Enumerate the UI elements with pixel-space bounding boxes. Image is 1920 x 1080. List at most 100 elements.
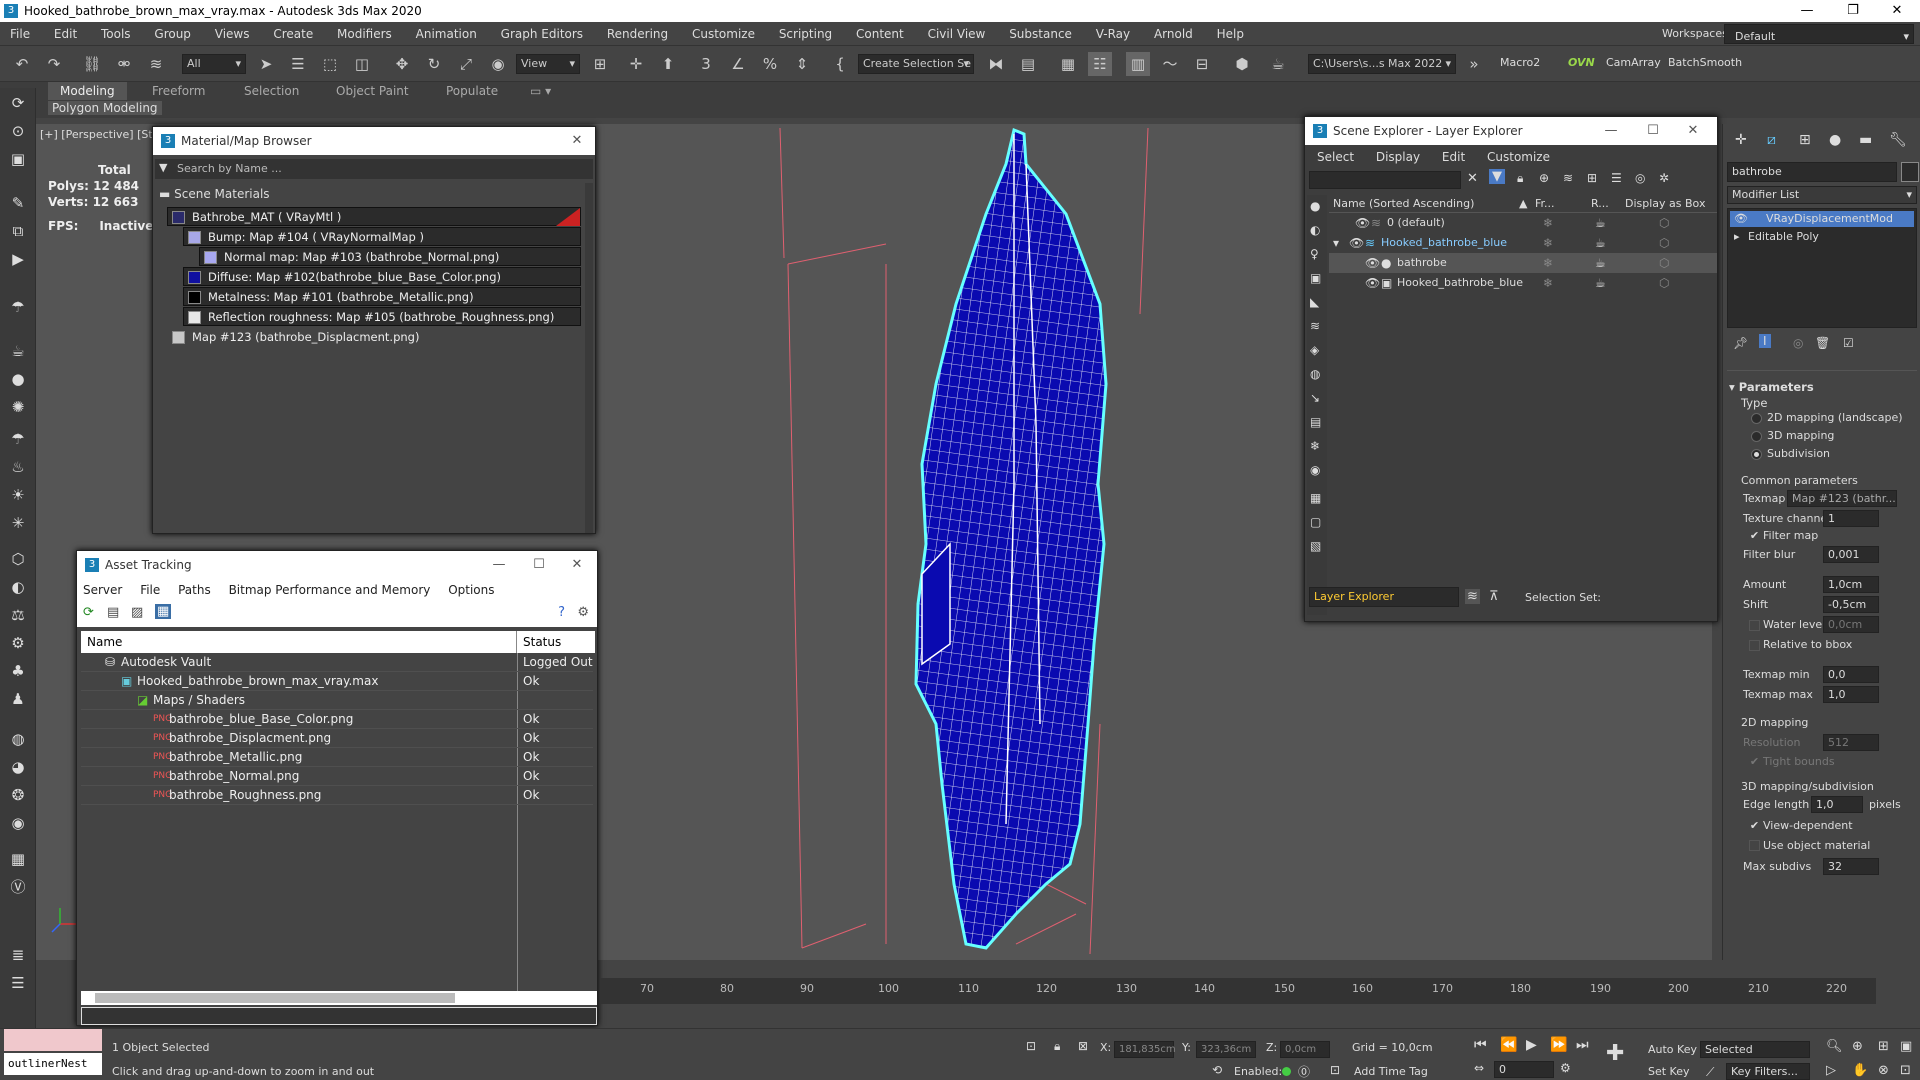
- view-dependent-checkbox[interactable]: ✔: [1749, 820, 1760, 831]
- column-name[interactable]: Name: [81, 631, 517, 653]
- select-object-icon[interactable]: ➤: [254, 52, 278, 76]
- tab-object-paint[interactable]: Object Paint: [324, 82, 421, 100]
- max-subdivs-spinner[interactable]: 32: [1823, 858, 1879, 875]
- filter-map-checkbox[interactable]: ✔: [1749, 530, 1760, 541]
- shader-icon[interactable]: ◕: [6, 756, 30, 778]
- object-name-field[interactable]: bathrobe: [1727, 162, 1897, 182]
- freeze-icon[interactable]: ❄: [1543, 213, 1553, 233]
- layer-row[interactable]: 👁︎ ≋ 0 (default) ❄ ☕ ⬡: [1329, 213, 1717, 233]
- scale-icon[interactable]: ⤢: [454, 52, 478, 76]
- key-filter-icon[interactable]: ⟋: [1706, 1065, 1714, 1080]
- box-display-icon[interactable]: ⬡: [1659, 233, 1669, 253]
- display-hidden-icon[interactable]: ◉: [1310, 463, 1320, 477]
- box-display-icon[interactable]: ⬡: [1659, 273, 1669, 293]
- text-list-icon[interactable]: ≣: [6, 944, 30, 966]
- menu-file[interactable]: File: [0, 22, 40, 46]
- expand-icon[interactable]: ▸: [1734, 229, 1740, 245]
- map-item[interactable]: Diffuse: Map #102(bathrobe_blue_Base_Col…: [183, 267, 581, 286]
- column-display-as-box[interactable]: Display as Box: [1625, 195, 1705, 213]
- ruler-icon[interactable]: ⚖: [6, 604, 30, 626]
- configure-sets-icon[interactable]: ☑: [1843, 336, 1854, 350]
- pin-stack-icon[interactable]: 📌︎: [1733, 336, 1748, 350]
- fov-icon[interactable]: ▷: [1826, 1063, 1836, 1078]
- geosphere-icon[interactable]: ✺: [6, 396, 30, 418]
- thumbnail-view-icon[interactable]: ▨: [131, 605, 143, 620]
- go-to-end-icon[interactable]: ⏭: [1576, 1037, 1589, 1053]
- maxscript-input[interactable]: outlinerNest: [4, 1053, 102, 1075]
- set-key-big-icon[interactable]: ✚: [1606, 1041, 1624, 1066]
- render-teapot-icon[interactable]: ☕: [1595, 273, 1606, 293]
- scrollbar-thumb[interactable]: [95, 993, 455, 1003]
- freeze-icon[interactable]: ❄: [1543, 273, 1553, 293]
- column-renderable[interactable]: R...: [1591, 195, 1609, 213]
- key-selection-dropdown[interactable]: Selected: [1700, 1041, 1810, 1058]
- material-editor-icon[interactable]: ⬢: [1230, 52, 1254, 76]
- asset-menu-file[interactable]: File: [140, 583, 160, 597]
- display-bones-icon[interactable]: ↘: [1310, 391, 1320, 405]
- asset-menu-paths[interactable]: Paths: [178, 583, 211, 597]
- render-teapot-icon[interactable]: ☕: [1595, 213, 1606, 233]
- more-icon[interactable]: »: [1462, 52, 1486, 76]
- pivot-center-icon[interactable]: ⊞: [588, 52, 612, 76]
- display-groups-icon[interactable]: ◈: [1310, 343, 1319, 357]
- clear-search-icon[interactable]: ✕: [1467, 171, 1478, 186]
- object-row-selected[interactable]: 👁︎ ● bathrobe ❄ ☕ ⬡: [1329, 253, 1717, 273]
- menu-group[interactable]: Group: [144, 22, 201, 46]
- shift-spinner[interactable]: -0,5cm: [1823, 596, 1879, 613]
- sphere-icon[interactable]: ●: [6, 368, 30, 390]
- filter-icon[interactable]: ▼: [1489, 169, 1505, 184]
- remove-modifier-icon[interactable]: 🗑︎: [1815, 336, 1830, 350]
- water-level-checkbox[interactable]: [1749, 620, 1760, 631]
- add-time-tag-icon[interactable]: ⊡: [1330, 1063, 1340, 1077]
- pin-icon[interactable]: ⊼: [1489, 589, 1499, 604]
- render-teapot-icon[interactable]: ☕: [1595, 233, 1606, 253]
- rotate-icon[interactable]: ↻: [422, 52, 446, 76]
- asset-row[interactable]: ▣ Hooked_bathrobe_brown_max_vray.max Ok: [81, 672, 593, 691]
- macro-macro2[interactable]: Macro2: [1500, 56, 1540, 69]
- zoom-icon[interactable]: 🔍︎: [1826, 1039, 1843, 1054]
- display-invert-icon[interactable]: ▧: [1310, 539, 1321, 553]
- go-to-start-icon[interactable]: ⏮: [1474, 1037, 1487, 1053]
- texmap-button[interactable]: Map #123 (bathr...: [1787, 490, 1897, 507]
- asset-path-field[interactable]: [81, 1007, 597, 1025]
- mirror-icon[interactable]: ⧓: [984, 52, 1008, 76]
- menu-customize[interactable]: Customize: [682, 22, 765, 46]
- display-helpers-icon[interactable]: ◣: [1310, 295, 1319, 309]
- edit-named-sets-icon[interactable]: {: [828, 52, 852, 76]
- map-item[interactable]: Metalness: Map #101 (bathrobe_Metallic.p…: [183, 287, 581, 306]
- map-item[interactable]: Normal map: Map #103 (bathrobe_Normal.pn…: [199, 247, 581, 266]
- ref-coord-dropdown[interactable]: View: [516, 54, 580, 74]
- scene-explorer-close-icon[interactable]: ✕: [1675, 117, 1711, 145]
- menu-civil-view[interactable]: Civil View: [918, 22, 996, 46]
- dome-icon[interactable]: ◐: [6, 576, 30, 598]
- asset-row[interactable]: PNG bathrobe_Normal.png Ok: [81, 767, 593, 786]
- unlink-icon[interactable]: ⚮: [112, 52, 136, 76]
- viewport-label[interactable]: [+] [Perspective] [St: [40, 128, 153, 141]
- menu-edit[interactable]: Edit: [44, 22, 87, 46]
- texture-channel-spinner[interactable]: 1: [1823, 510, 1879, 527]
- scene-materials-header[interactable]: ▬ Scene Materials: [159, 187, 270, 201]
- selection-filter-dropdown[interactable]: All: [182, 54, 246, 74]
- render-frame-icon[interactable]: ▦: [6, 848, 30, 870]
- play-icon[interactable]: ▶: [1526, 1037, 1537, 1053]
- modify-tab-icon[interactable]: ⧄: [1767, 132, 1776, 148]
- display-xrefs-icon[interactable]: ◍: [1310, 367, 1320, 381]
- menu-arnold[interactable]: Arnold: [1144, 22, 1203, 46]
- make-unique-icon[interactable]: ◎: [1793, 336, 1803, 350]
- visibility-eye-icon[interactable]: 👁︎: [1365, 273, 1380, 293]
- freeze-icon[interactable]: ❄: [1543, 253, 1553, 273]
- keyboard-shortcut-icon[interactable]: ⬆: [656, 52, 680, 76]
- relative-to-bbox-checkbox[interactable]: [1749, 640, 1760, 651]
- maximize-button[interactable]: ❐: [1830, 0, 1876, 22]
- scene-explorer-search-input[interactable]: [1309, 171, 1461, 189]
- display-spacewarps-icon[interactable]: ≋: [1310, 319, 1320, 333]
- zoom-all-icon[interactable]: ⊕: [1852, 1039, 1863, 1054]
- layer-stack-icon[interactable]: ☰: [1611, 171, 1622, 185]
- layer-row[interactable]: ▾ 👁︎ ≋ Hooked_bathrobe_blue ❄ ☕ ⬡: [1329, 233, 1717, 253]
- material-search-input[interactable]: Search by Name ...: [177, 162, 282, 175]
- visibility-eye-icon[interactable]: 👁︎: [1365, 253, 1380, 273]
- grass-icon[interactable]: ♣: [6, 660, 30, 682]
- sun-icon[interactable]: ☀: [6, 484, 30, 506]
- toggle-layer-explorer-icon[interactable]: ☷: [1088, 52, 1112, 76]
- material-ball-icon[interactable]: ◍: [6, 728, 30, 750]
